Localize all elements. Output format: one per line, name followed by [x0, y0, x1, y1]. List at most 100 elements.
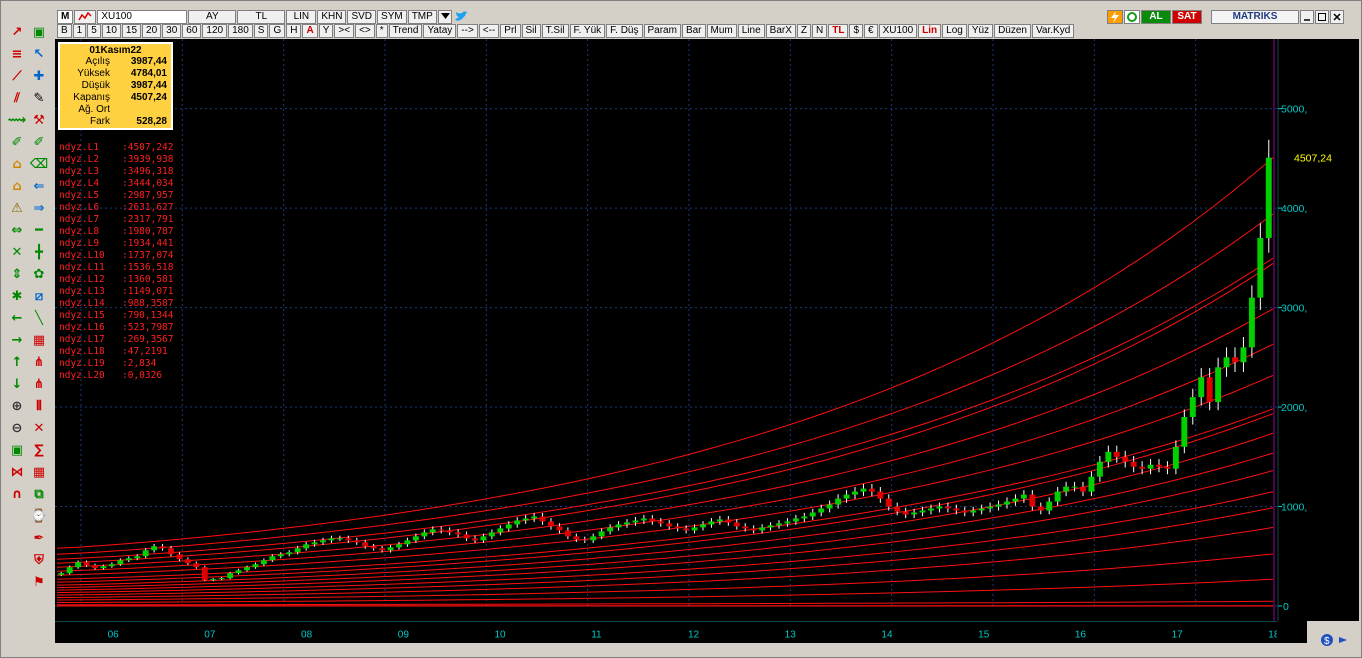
grid-icon[interactable]: ▦	[29, 330, 49, 350]
bolt-icon[interactable]	[1107, 10, 1123, 24]
arrow-right-icon[interactable]: ⇒	[29, 198, 49, 218]
shield-icon[interactable]: ⛨	[29, 550, 49, 570]
cube-icon[interactable]: ▦	[29, 462, 49, 482]
chevron-down-icon[interactable]	[437, 10, 452, 24]
toolbar-button-28[interactable]: Bar	[681, 24, 706, 38]
khn-button[interactable]: KHN	[317, 10, 347, 24]
toolbar-button-19[interactable]: Yatay	[423, 24, 457, 38]
toolbar-button-0[interactable]: B	[57, 24, 72, 38]
maximize-icon[interactable]	[1315, 10, 1329, 24]
paint-icon[interactable]: ⌂	[7, 154, 27, 174]
clock-icon[interactable]: ⌚	[29, 506, 49, 526]
toolbar-button-37[interactable]: XU100	[878, 24, 918, 38]
fib-tool-icon[interactable]: ⟋	[7, 66, 27, 86]
brush-icon[interactable]: ✐	[7, 132, 27, 152]
pitchfork-icon[interactable]: ⋈	[7, 462, 27, 482]
toolbar-button-3[interactable]: 10	[101, 24, 121, 38]
price-chart[interactable]	[55, 39, 1277, 621]
toolbar-button-40[interactable]: Yüz	[967, 24, 994, 38]
svd-button[interactable]: SVD	[347, 10, 377, 24]
toolbar-button-9[interactable]: 180	[228, 24, 253, 38]
toolbar-button-12[interactable]: H	[286, 24, 302, 38]
refresh-icon[interactable]	[1124, 10, 1140, 24]
sigma-icon[interactable]: ∑	[29, 440, 49, 460]
period-select[interactable]: AY	[188, 10, 237, 24]
toolbar-button-11[interactable]: G	[269, 24, 286, 38]
eraser-icon[interactable]: ⌫	[29, 154, 49, 174]
toolbar-button-17[interactable]: *	[375, 24, 388, 38]
hammer-icon[interactable]: ⚒	[29, 110, 49, 130]
toolbar-button-24[interactable]: T.Sil	[541, 24, 569, 38]
arrow-right2-icon[interactable]: →	[7, 330, 27, 350]
updown-icon[interactable]: ⇕	[7, 264, 27, 284]
bars-icon[interactable]: ⦀	[29, 396, 49, 416]
toolbar-button-26[interactable]: F. Düş	[606, 24, 643, 38]
toolbar-button-4[interactable]: 15	[121, 24, 142, 38]
symbol-input[interactable]: XU100	[97, 10, 188, 24]
stack-icon[interactable]: ⧉	[29, 484, 49, 504]
toolbar-button-38[interactable]: Lin	[918, 24, 942, 38]
toolbar-button-33[interactable]: N	[812, 24, 828, 38]
pen-icon[interactable]: ✒	[29, 528, 49, 548]
arrow-left-icon[interactable]: ⇐	[29, 176, 49, 196]
crosshair-icon[interactable]: ✚	[29, 66, 49, 86]
wand-icon[interactable]: ╲	[29, 308, 49, 328]
parallel-lines-icon[interactable]: ⫽	[7, 88, 27, 108]
toolbar-button-35[interactable]: $	[849, 24, 864, 38]
plus-icon[interactable]: ╋	[29, 242, 49, 262]
zoom-out-icon[interactable]: ⊖	[7, 418, 27, 438]
leaf-icon[interactable]: ✿	[29, 264, 49, 284]
frame-icon[interactable]: ▣	[7, 440, 27, 460]
cursor-icon[interactable]: ↖	[29, 44, 49, 64]
expand-icon[interactable]: ⇔	[7, 220, 27, 240]
toolbar-button-27[interactable]: Param	[643, 24, 681, 38]
toolbar-button-13[interactable]: A	[302, 24, 318, 38]
slash-icon[interactable]: ⧄	[29, 286, 49, 306]
toolbar-button-7[interactable]: 60	[182, 24, 202, 38]
toolbar-button-6[interactable]: 30	[162, 24, 182, 38]
toolbar-button-34[interactable]: TL	[828, 24, 849, 38]
toolbar-button-32[interactable]: Z	[796, 24, 811, 38]
zoom-in-icon[interactable]: ⊕	[7, 396, 27, 416]
toolbar-button-29[interactable]: Mum	[706, 24, 737, 38]
star-icon[interactable]: ✱	[7, 286, 27, 306]
toolbar-button-5[interactable]: 20	[142, 24, 162, 38]
lock-icon[interactable]: ▣	[29, 22, 49, 42]
magnet2-icon[interactable]: ∩	[7, 484, 27, 504]
fork-icon[interactable]: ⋔	[29, 352, 49, 372]
toolbar-button-21[interactable]: <--	[478, 24, 500, 38]
fork2-icon[interactable]: ⋔	[29, 374, 49, 394]
toolbar-button-2[interactable]: 5	[87, 24, 101, 38]
toolbar-button-42[interactable]: Var.Kyd	[1031, 24, 1075, 38]
scale-select[interactable]: LIN	[286, 10, 317, 24]
arrow-up-icon[interactable]: ↑	[7, 352, 27, 372]
toolbar-button-36[interactable]: €	[864, 24, 878, 38]
pencil-icon[interactable]: ✎	[29, 88, 49, 108]
toolbar-button-41[interactable]: Düzen	[994, 24, 1031, 38]
toolbar-button-14[interactable]: Y	[318, 24, 334, 38]
toolbar-button-16[interactable]: <>	[355, 24, 375, 38]
toolbar-button-10[interactable]: S	[253, 24, 269, 38]
twitter-icon[interactable]	[452, 10, 469, 24]
magnet-icon[interactable]: ⌂	[7, 176, 27, 196]
currency-select[interactable]: TL	[237, 10, 286, 24]
sync-icon[interactable]: $	[1309, 629, 1359, 651]
alarm-icon[interactable]: ⚠	[7, 198, 27, 218]
tmp-button[interactable]: TMP	[407, 10, 437, 24]
sym-button[interactable]: SYM	[377, 10, 407, 24]
line-tool-icon[interactable]: ↗	[7, 22, 27, 42]
channel-icon[interactable]: ⟿	[7, 110, 27, 130]
toolbar-button-20[interactable]: -->	[457, 24, 478, 38]
toolbar-button-30[interactable]: Line	[737, 24, 765, 38]
close-icon[interactable]	[1330, 10, 1344, 24]
toolbar-button-15[interactable]: ><	[334, 24, 355, 38]
toolbar-button-1[interactable]: 1	[72, 24, 87, 38]
arrow-down-icon[interactable]: ↓	[7, 374, 27, 394]
flag-icon[interactable]: ⚑	[29, 572, 49, 592]
cross-icon[interactable]: ✕	[29, 418, 49, 438]
toolbar-button-39[interactable]: Log	[942, 24, 967, 38]
toolbar-button-18[interactable]: Trend	[388, 24, 423, 38]
toolbar-button-8[interactable]: 120	[202, 24, 228, 38]
m-button[interactable]: M	[57, 10, 74, 24]
arrow-left2-icon[interactable]: ←	[7, 308, 27, 328]
